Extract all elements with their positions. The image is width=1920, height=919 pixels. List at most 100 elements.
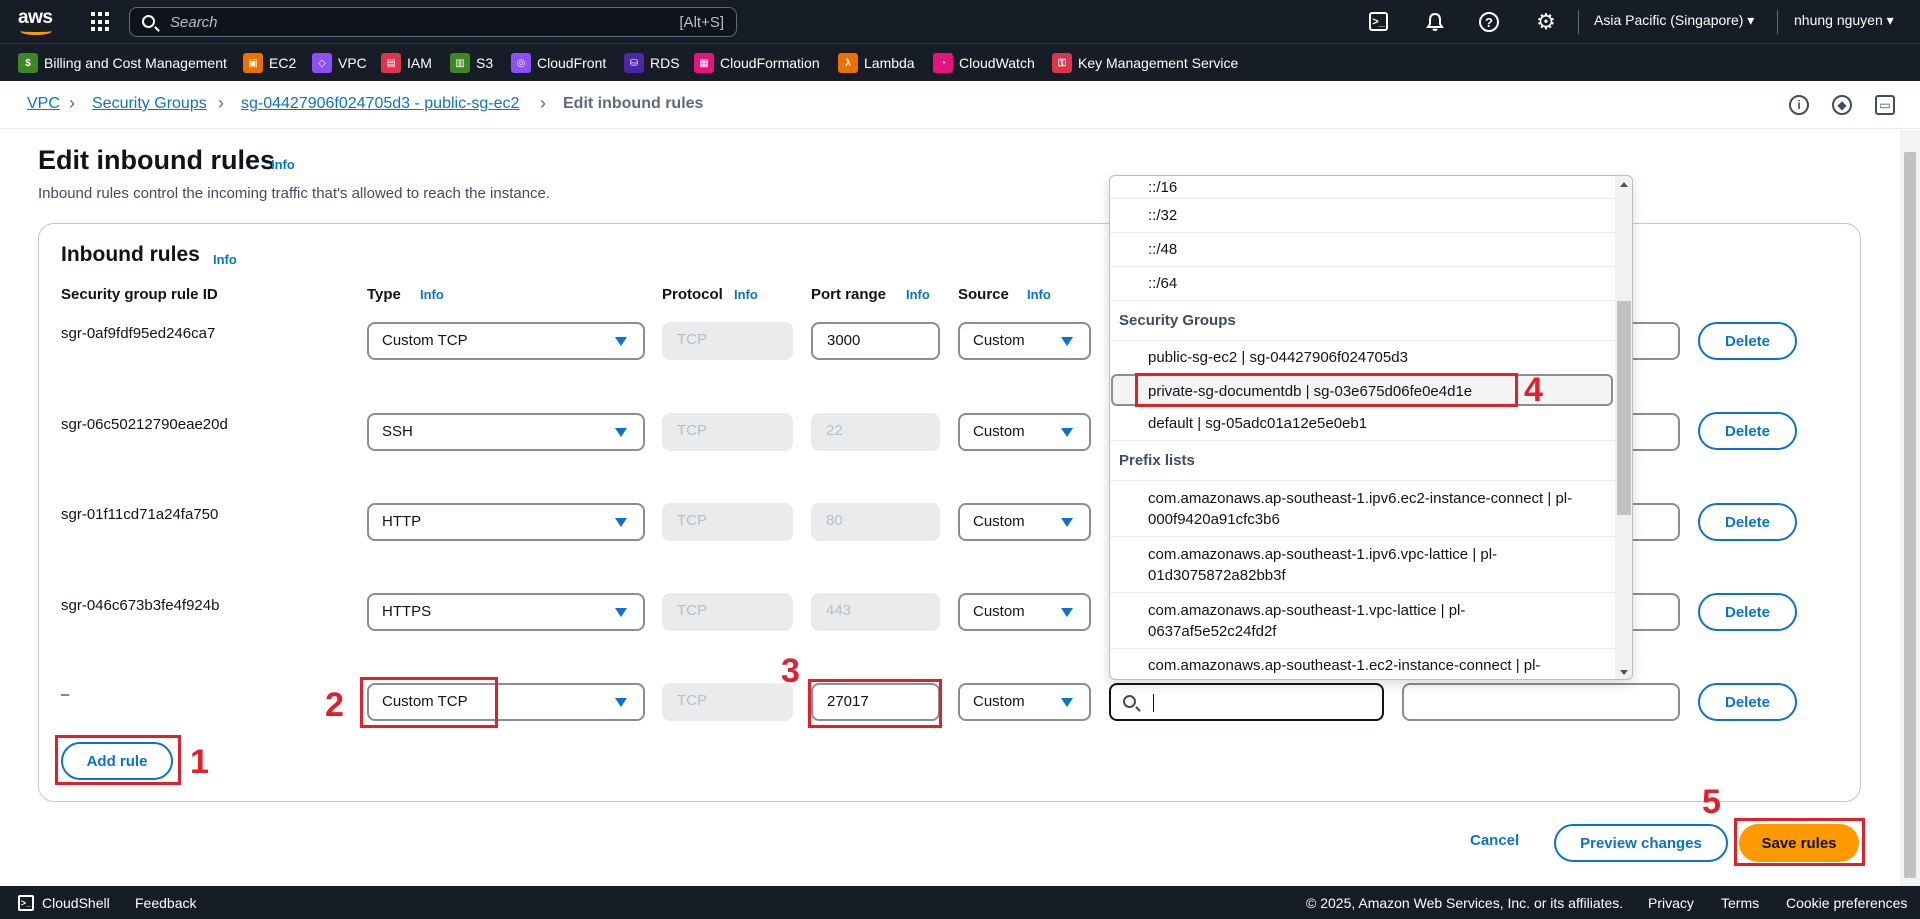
vpc-icon: ◇ — [312, 53, 332, 73]
service-rds[interactable]: ⛁ RDS — [624, 52, 680, 74]
source-select[interactable]: Custom — [958, 593, 1091, 631]
footer-terms[interactable]: Terms — [1721, 895, 1759, 911]
delete-button[interactable]: Delete — [1698, 322, 1797, 360]
save-rules-button[interactable]: Save rules — [1739, 824, 1859, 862]
source-select[interactable]: Custom — [958, 413, 1091, 451]
dropdown-option[interactable]: com.amazonaws.ap-southeast-1.ipv6.vpc-la… — [1110, 537, 1615, 593]
service-label: S3 — [476, 55, 494, 71]
breadcrumb-vpc[interactable]: VPC — [27, 95, 60, 113]
type-select[interactable]: HTTPS — [367, 593, 645, 631]
page-info-link[interactable]: Info — [271, 157, 295, 172]
nav-divider — [1578, 10, 1579, 34]
rule-id: – — [61, 686, 70, 703]
service-iam[interactable]: ▤ IAM — [381, 52, 432, 74]
description-input[interactable] — [1633, 503, 1680, 541]
dropdown-scrollbar-thumb[interactable] — [1617, 301, 1631, 515]
source-dropdown-list[interactable]: ::/16 ::/32 ::/48 ::/64 Security Groups … — [1109, 175, 1633, 680]
scroll-down-icon[interactable] — [1620, 670, 1628, 675]
screen-icon[interactable]: ▭ — [1875, 95, 1895, 115]
global-search-input[interactable]: Search [Alt+S] — [129, 7, 737, 37]
annotation-box-1 — [55, 735, 181, 785]
footer-cookie-preferences[interactable]: Cookie preferences — [1786, 895, 1907, 911]
dropdown-option[interactable]: default | sg-05adc01a12e5e0eb1 — [1110, 407, 1615, 441]
cloudwatch-icon: ◔ — [933, 53, 953, 73]
type-info-link[interactable]: Info — [420, 287, 444, 302]
gear-icon[interactable]: ⚙ — [1535, 9, 1557, 34]
top-navigation: aws Search [Alt+S] >_ ? ⚙ Asia Pacific (… — [0, 0, 1920, 43]
aws-logo[interactable]: aws — [18, 8, 58, 36]
description-input[interactable] — [1633, 593, 1680, 631]
bell-icon[interactable] — [1424, 11, 1446, 33]
dropdown-option[interactable]: ::/48 — [1110, 233, 1615, 267]
service-ec2[interactable]: ▣ EC2 — [243, 52, 296, 74]
service-billing[interactable]: $ Billing and Cost Management — [18, 52, 227, 74]
description-input[interactable] — [1402, 683, 1680, 721]
services-menu-icon[interactable] — [91, 12, 111, 32]
panel-info-link[interactable]: Info — [213, 252, 237, 267]
port-range-input[interactable]: 3000 — [811, 322, 940, 360]
scroll-up-icon[interactable] — [1620, 182, 1628, 187]
dropdown-option[interactable]: com.amazonaws.ap-southeast-1.ipv6.ec2-in… — [1110, 481, 1615, 537]
dropdown-scrollbar[interactable] — [1615, 176, 1632, 679]
protocol-info-link[interactable]: Info — [734, 287, 758, 302]
rule-id: sgr-06c50212790eae20d — [61, 416, 228, 433]
hexagon-icon[interactable]: ◆ — [1832, 95, 1852, 115]
cloudshell-icon[interactable]: >_ — [1369, 12, 1388, 31]
dropdown-option[interactable]: com.amazonaws.ap-southeast-1.vpc-lattice… — [1110, 593, 1615, 649]
dropdown-group-security-groups: Security Groups — [1110, 301, 1615, 341]
rule-id: sgr-046c673b3fe4f924b — [61, 597, 220, 614]
caret-down-icon — [615, 698, 627, 707]
dropdown-group-prefix-lists: Prefix lists — [1110, 441, 1615, 481]
annotation-step-1: 1 — [190, 743, 209, 781]
service-cloudfront[interactable]: ◎ CloudFront — [511, 52, 606, 74]
region-selector[interactable]: Asia Pacific (Singapore) ▾ — [1594, 12, 1754, 29]
description-input[interactable] — [1633, 413, 1680, 451]
delete-button[interactable]: Delete — [1698, 593, 1797, 631]
delete-button[interactable]: Delete — [1698, 412, 1797, 450]
caret-down-icon — [1061, 337, 1073, 346]
service-cloudwatch[interactable]: ◔ CloudWatch — [933, 52, 1035, 74]
annotation-step-5: 5 — [1702, 783, 1721, 821]
footer-feedback[interactable]: Feedback — [135, 895, 196, 911]
dropdown-option[interactable]: ::/16 — [1110, 176, 1615, 199]
cancel-button[interactable]: Cancel — [1470, 832, 1519, 849]
type-select[interactable]: SSH — [367, 413, 645, 451]
footer-cloudshell[interactable]: CloudShell — [42, 895, 110, 911]
page-scrollbar[interactable] — [1900, 130, 1920, 886]
breadcrumb-security-groups[interactable]: Security Groups — [92, 95, 207, 113]
footer-privacy[interactable]: Privacy — [1648, 895, 1694, 911]
info-panel-icon[interactable]: i — [1789, 95, 1809, 115]
service-s3[interactable]: ▥ S3 — [450, 52, 493, 74]
annotation-box-4 — [1135, 373, 1518, 407]
service-kms[interactable]: ⚿ Key Management Service — [1052, 52, 1238, 74]
footer: >_ CloudShell Feedback © 2025, Amazon We… — [0, 886, 1920, 919]
source-info-link[interactable]: Info — [1027, 287, 1051, 302]
source-select[interactable]: Custom — [958, 503, 1091, 541]
service-vpc[interactable]: ◇ VPC — [312, 52, 367, 74]
rds-icon: ⛁ — [624, 53, 644, 73]
source-select[interactable]: Custom — [958, 322, 1091, 360]
source-select[interactable]: Custom — [958, 683, 1091, 721]
breadcrumb-security-group[interactable]: sg-04427906f024705d3 - public-sg-ec2 — [241, 95, 519, 113]
description-input[interactable] — [1633, 322, 1680, 360]
type-select[interactable]: HTTP — [367, 503, 645, 541]
port-range-info-link[interactable]: Info — [906, 287, 930, 302]
cloudfront-icon: ◎ — [511, 53, 531, 73]
dropdown-option[interactable]: ::/64 — [1110, 267, 1615, 301]
help-icon[interactable]: ? — [1479, 12, 1499, 32]
delete-button[interactable]: Delete — [1698, 683, 1797, 721]
cloudshell-icon[interactable]: >_ — [18, 895, 34, 911]
source-search-input[interactable] — [1109, 683, 1384, 721]
account-menu[interactable]: nhung nguyen ▾ — [1794, 12, 1894, 29]
column-port-range: Port range — [811, 286, 887, 303]
delete-button[interactable]: Delete — [1698, 503, 1797, 541]
service-lambda[interactable]: λ Lambda — [838, 52, 915, 74]
type-select[interactable]: Custom TCP — [367, 322, 645, 360]
chevron-right-icon: › — [540, 93, 546, 113]
scrollbar-thumb[interactable] — [1904, 152, 1916, 878]
dropdown-option[interactable]: com.amazonaws.ap-southeast-1.ec2-instanc… — [1110, 649, 1615, 679]
service-cloudformation[interactable]: ▦ CloudFormation — [694, 52, 820, 74]
dropdown-option[interactable]: public-sg-ec2 | sg-04427906f024705d3 — [1110, 341, 1615, 373]
dropdown-option[interactable]: ::/32 — [1110, 199, 1615, 233]
preview-changes-button[interactable]: Preview changes — [1554, 824, 1728, 862]
